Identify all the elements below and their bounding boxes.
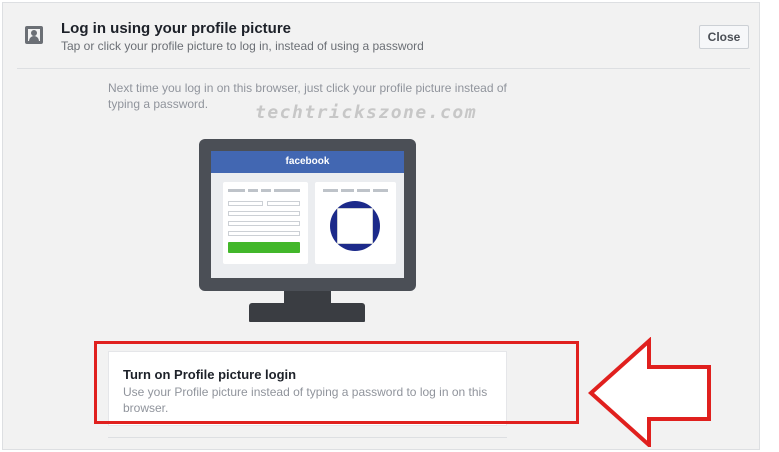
profile-card-illustration <box>315 182 396 264</box>
dialog-subtitle: Tap or click your profile picture to log… <box>61 39 424 53</box>
profile-picture-icon <box>25 26 43 44</box>
login-form-illustration <box>223 182 308 264</box>
dialog-title: Log in using your profile picture <box>61 20 292 37</box>
avatar-square <box>337 208 373 244</box>
header-divider <box>17 68 750 69</box>
monitor-screen: facebook <box>211 151 404 278</box>
monitor-base <box>249 303 365 322</box>
highlight-box <box>94 341 579 424</box>
monitor-illustration: facebook <box>199 139 416 291</box>
facebook-header-bar: facebook <box>211 151 404 173</box>
bottom-divider <box>108 437 507 438</box>
left-arrow-icon <box>588 337 711 447</box>
watermark: techtrickszone.com <box>255 102 478 123</box>
login-button-illustration <box>228 242 300 253</box>
close-button[interactable]: Close <box>699 25 749 49</box>
monitor-neck <box>284 291 331 303</box>
